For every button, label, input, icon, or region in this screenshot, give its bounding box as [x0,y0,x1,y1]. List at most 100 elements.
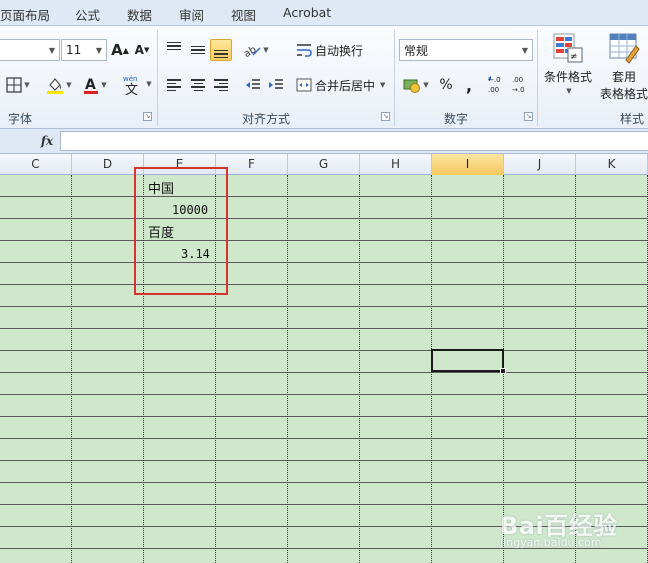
wrap-text-icon [297,44,312,57]
merge-center-button[interactable]: 合并后居中 ▼ [296,74,385,96]
conditional-format-icon: ≠ [553,33,583,63]
font-size-value: 11 [66,43,82,57]
wrap-text-label: 自动换行 [315,43,364,58]
number-format-combo[interactable]: 常规 ▼ [399,39,533,61]
alignment-group-label: 对齐方式 [242,112,291,126]
conditional-format-label: 条件格式 [543,70,592,84]
merge-center-label: 合并后居中 [315,78,376,93]
column-gridline [575,175,576,563]
increase-decimal-icon: ←.0.00 [488,76,501,94]
active-cell-selection[interactable] [431,349,504,372]
font-dialog-launcher[interactable]: ↘ [143,112,152,121]
menu-bar: 页面布局 公式 数据 审阅 视图 Acrobat [0,0,648,26]
conditional-format-button[interactable]: ≠ 条件格式 ▼ [541,30,595,106]
font-color-button[interactable]: A ▼ [80,74,110,96]
decrease-decimal-icon: .00→.0 [512,76,525,94]
ribbon: ▼ 11 ▼ A▲ A▼ ▼ ▼ A ▼ wén文 ▼ 字体 ↘ ab ▼ [0,26,648,129]
text-orientation-icon: ab [243,44,261,58]
font-group-label: 字体 [8,112,33,126]
column-header-h[interactable]: H [360,154,432,175]
grow-font-icon[interactable]: A ▲ [110,39,130,61]
group-divider [394,30,395,126]
font-color-icon: A [84,77,99,94]
number-format-value: 常规 [404,43,429,58]
column-header-c[interactable]: C [0,154,72,175]
svg-text:≠: ≠ [570,52,578,62]
table-format-label-2: 表格格式 [599,87,648,101]
chevron-down-icon: ▼ [48,45,55,55]
fill-handle[interactable] [500,368,506,374]
column-header-k[interactable]: K [576,154,648,175]
chevron-down-icon: ▼ [95,45,102,55]
borders-button[interactable]: ▼ [2,74,34,96]
tab-data[interactable]: 数据 [127,5,152,24]
paint-bucket-icon [47,78,64,94]
table-format-icon [609,33,640,64]
column-header-g[interactable]: G [288,154,360,175]
align-middle-button[interactable] [187,39,209,61]
font-size-combo[interactable]: 11 ▼ [61,39,107,61]
column-gridline [287,175,288,563]
percent-style-button[interactable]: % [436,74,456,96]
fill-color-button[interactable]: ▼ [44,74,74,96]
currency-icon [403,79,421,93]
shrink-font-icon[interactable]: A ▼ [132,39,152,61]
decrease-decimal-button[interactable]: .00 →.0 [510,72,532,96]
align-left-icon [167,79,181,91]
align-bottom-button[interactable] [210,39,232,61]
svg-text:A: A [85,77,96,93]
baidu-watermark: Bai百经验 jingyan.baidu.com [498,506,648,562]
align-middle-icon [191,45,205,55]
insert-function-icon[interactable]: fx [35,132,59,150]
red-annotation-box [134,167,228,295]
wrap-text-button[interactable]: 自动换行 [296,39,363,61]
increase-decimal-button[interactable]: ←.0.00 [486,72,508,96]
tab-page-layout[interactable]: 页面布局 [0,5,50,24]
number-dialog-launcher[interactable]: ↘ [524,112,533,121]
decrease-indent-button[interactable] [242,74,264,96]
orientation-button[interactable]: ab ▼ [242,39,270,61]
align-right-button[interactable] [210,74,232,96]
column-headers: C D E F G H I J K [0,154,648,175]
increase-indent-icon [269,79,283,89]
align-center-icon [191,79,205,91]
svg-text:.00: .00 [512,76,523,84]
tab-acrobat[interactable]: Acrobat [283,5,331,20]
group-divider [537,30,538,126]
align-top-button[interactable] [163,39,185,61]
column-header-i[interactable]: I [432,154,504,175]
column-gridline [71,175,72,563]
align-left-button[interactable] [163,74,185,96]
tab-formulas[interactable]: 公式 [75,5,100,24]
font-name-combo[interactable]: ▼ [0,39,60,61]
chevron-down-icon: ▼ [521,45,528,55]
merge-center-icon [296,78,312,92]
svg-text:wén: wén [123,75,137,83]
number-group-label: 数字 [444,112,469,126]
align-top-icon [167,41,181,51]
svg-text:文: 文 [125,83,138,95]
align-center-button[interactable] [187,74,209,96]
formula-bar: fx [0,129,648,154]
group-divider [157,30,158,126]
align-right-icon [214,79,228,91]
formula-input[interactable] [60,131,648,151]
table-format-button[interactable]: 套用 表格格式 [598,30,648,106]
decrease-indent-icon [246,79,260,89]
svg-text:→.0: →.0 [512,86,525,94]
worksheet-grid[interactable]: 中国 10000 百度 3.14 [0,167,648,563]
accounting-format-button[interactable]: ▼ [401,74,431,96]
styles-group-label: 样式 [620,112,645,126]
tab-view[interactable]: 视图 [231,5,256,24]
table-format-label-1: 套用 [611,70,636,84]
tab-review[interactable]: 审阅 [179,5,204,24]
borders-icon [6,77,22,93]
svg-text:.00: .00 [488,86,499,94]
comma-style-button[interactable]: , [461,74,477,96]
align-bottom-icon [214,49,228,59]
increase-indent-button[interactable] [265,74,287,96]
alignment-dialog-launcher[interactable]: ↘ [381,112,390,121]
column-header-j[interactable]: J [504,154,576,175]
column-gridline [359,175,360,563]
phonetic-button[interactable]: wén 文 ▼ [120,72,154,96]
